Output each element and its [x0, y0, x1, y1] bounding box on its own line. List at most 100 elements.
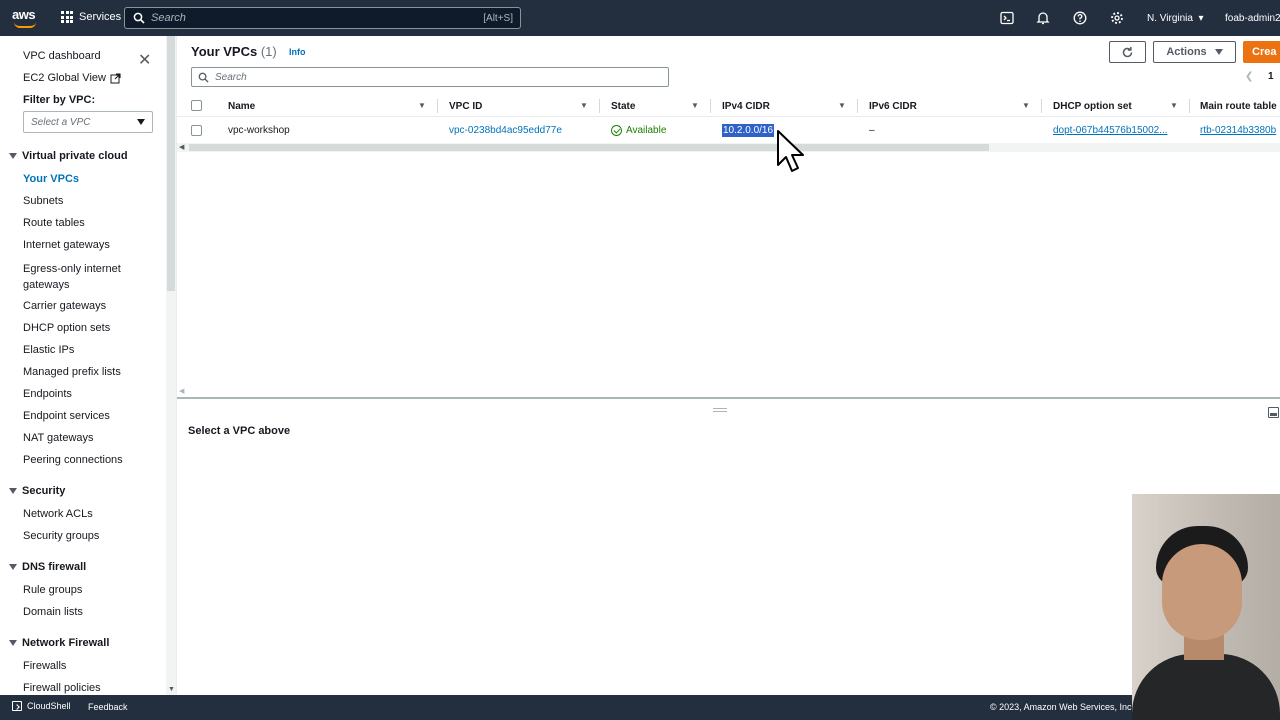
section-label: Network Firewall — [22, 637, 110, 649]
nav-nat-gateways[interactable]: NAT gateways — [23, 432, 94, 444]
mouse-cursor-icon — [777, 130, 804, 172]
split-panel-preferences-icon[interactable] — [1268, 407, 1279, 418]
column-header-main-route-table[interactable]: Main route table — [1200, 101, 1277, 112]
nav-elastic-ips[interactable]: Elastic IPs — [23, 344, 74, 356]
nav-security-groups[interactable]: Security groups — [23, 530, 99, 542]
section-label: Virtual private cloud — [22, 150, 128, 162]
nav-managed-prefix-lists[interactable]: Managed prefix lists — [23, 366, 121, 378]
nav-firewalls[interactable]: Firewalls — [23, 660, 66, 672]
column-header-ipv4-cidr[interactable]: IPv4 CIDR — [722, 101, 770, 112]
sort-icon[interactable]: ▼ — [691, 101, 699, 110]
nav-rule-groups[interactable]: Rule groups — [23, 584, 82, 596]
close-icon[interactable]: ✕ — [138, 50, 151, 70]
sort-icon[interactable]: ▼ — [580, 101, 588, 110]
caret-down-icon — [9, 640, 17, 646]
cell-vpc-id-link[interactable]: vpc-0238bd4ac95edd77e — [449, 125, 562, 136]
scrollbar-thumb[interactable] — [167, 36, 175, 291]
filter-vpc-select[interactable]: Select a VPC — [23, 111, 153, 133]
actions-label: Actions — [1166, 46, 1207, 58]
gear-icon[interactable] — [1110, 11, 1124, 25]
region-label: N. Virginia — [1147, 13, 1193, 24]
nav-subnets[interactable]: Subnets — [23, 195, 63, 207]
region-selector[interactable]: N. Virginia ▾ — [1147, 13, 1204, 24]
section-dns-firewall[interactable]: DNS firewall — [9, 561, 86, 573]
cell-dhcp-option-set-link[interactable]: dopt-067b44576b15002... — [1053, 125, 1168, 136]
nav-your-vpcs[interactable]: Your VPCs — [23, 173, 79, 185]
account-menu[interactable]: foab-admin2 — [1225, 13, 1280, 24]
nav-peering-connections[interactable]: Peering connections — [23, 454, 123, 466]
aws-logo[interactable]: aws — [12, 6, 42, 30]
column-resizer[interactable] — [710, 99, 711, 113]
search-icon — [133, 12, 145, 24]
column-resizer[interactable] — [857, 99, 858, 113]
sort-icon[interactable]: ▼ — [1022, 101, 1030, 110]
previous-page-icon[interactable]: ❮ — [1245, 71, 1253, 82]
caret-down-icon — [9, 564, 17, 570]
column-resizer[interactable] — [437, 99, 438, 113]
cell-state: Available — [611, 125, 666, 136]
nav-route-tables[interactable]: Route tables — [23, 217, 85, 229]
split-panel-drag-handle-icon[interactable] — [713, 408, 727, 412]
global-search-input[interactable]: Search [Alt+S] — [124, 7, 521, 29]
sort-icon[interactable]: ▼ — [1170, 101, 1178, 110]
nav-dhcp-option-sets[interactable]: DHCP option sets — [23, 322, 110, 334]
account-name: foab-admin2 — [1225, 13, 1280, 24]
nav-ec2-global-view[interactable]: EC2 Global View — [23, 72, 121, 84]
help-icon[interactable] — [1073, 11, 1087, 25]
column-resizer[interactable] — [1041, 99, 1042, 113]
nav-network-acls[interactable]: Network ACLs — [23, 508, 93, 520]
main-content: Your VPCs (1) Info Actions Crea ❮ 1 Sear… — [177, 36, 1280, 695]
scrollbar-thumb[interactable] — [189, 144, 989, 151]
section-network-firewall[interactable]: Network Firewall — [9, 637, 109, 649]
scroll-down-arrow-icon[interactable]: ▼ — [168, 686, 175, 693]
actions-button[interactable]: Actions — [1153, 41, 1236, 63]
nav-carrier-gateways[interactable]: Carrier gateways — [23, 300, 106, 312]
grid-icon — [61, 11, 73, 23]
info-link[interactable]: Info — [289, 47, 306, 57]
details-empty-message: Select a VPC above — [188, 425, 291, 437]
vpc-search-input[interactable]: Search — [191, 67, 669, 87]
cell-main-route-table-link[interactable]: rtb-02314b3380b — [1200, 125, 1276, 136]
external-link-icon — [110, 72, 121, 83]
nav-endpoints[interactable]: Endpoints — [23, 388, 72, 400]
copyright-text: © 2023, Amazon Web Services, Inc. — [990, 702, 1135, 712]
column-header-name[interactable]: Name — [228, 101, 255, 112]
feedback-link[interactable]: Feedback — [88, 702, 128, 712]
select-all-checkbox[interactable] — [191, 100, 202, 111]
cell-name: vpc-workshop — [228, 125, 290, 136]
sort-icon[interactable]: ▼ — [418, 101, 426, 110]
nav-domain-lists[interactable]: Domain lists — [23, 606, 83, 618]
page-title-text: Your VPCs — [191, 44, 258, 59]
notifications-icon[interactable] — [1036, 11, 1050, 25]
services-menu-button[interactable]: Services — [61, 11, 121, 23]
sidebar-scrollbar[interactable]: ▼ — [166, 36, 176, 695]
column-header-dhcp-option-set[interactable]: DHCP option set — [1053, 101, 1132, 112]
caret-down-icon — [9, 488, 17, 494]
sort-icon[interactable]: ▼ — [838, 101, 846, 110]
cloudshell-icon[interactable] — [1000, 11, 1014, 25]
nav-firewall-policies[interactable]: Firewall policies — [23, 682, 101, 694]
section-security[interactable]: Security — [9, 485, 65, 497]
cloudshell-button[interactable]: CloudShell — [12, 701, 71, 711]
section-virtual-private-cloud[interactable]: Virtual private cloud — [9, 150, 128, 162]
create-vpc-button[interactable]: Crea — [1243, 41, 1280, 63]
column-header-ipv6-cidr[interactable]: IPv6 CIDR — [869, 101, 917, 112]
split-panel-divider[interactable] — [177, 397, 1280, 399]
row-checkbox[interactable] — [191, 125, 202, 136]
presenter-webcam-video — [1132, 494, 1280, 720]
scroll-left-arrow-icon[interactable]: ◀ — [179, 387, 184, 395]
column-resizer[interactable] — [599, 99, 600, 113]
page-number[interactable]: 1 — [1268, 71, 1274, 82]
column-resizer[interactable] — [1189, 99, 1190, 113]
column-header-state[interactable]: State — [611, 101, 635, 112]
nav-endpoint-services[interactable]: Endpoint services — [23, 410, 110, 422]
table-horizontal-scrollbar[interactable]: ◀ — [177, 143, 1280, 152]
nav-egress-only-internet-gateways[interactable]: Egress-only internet gateways — [23, 261, 121, 293]
nav-vpc-dashboard[interactable]: VPC dashboard — [23, 50, 101, 62]
nav-internet-gateways[interactable]: Internet gateways — [23, 239, 110, 251]
cell-ipv6-cidr: – — [869, 125, 875, 136]
cell-ipv4-cidr: 10.2.0.0/16 — [722, 124, 775, 137]
refresh-button[interactable] — [1109, 41, 1146, 63]
column-header-vpc-id[interactable]: VPC ID — [449, 101, 482, 112]
scroll-left-arrow-icon[interactable]: ◀ — [179, 143, 184, 151]
